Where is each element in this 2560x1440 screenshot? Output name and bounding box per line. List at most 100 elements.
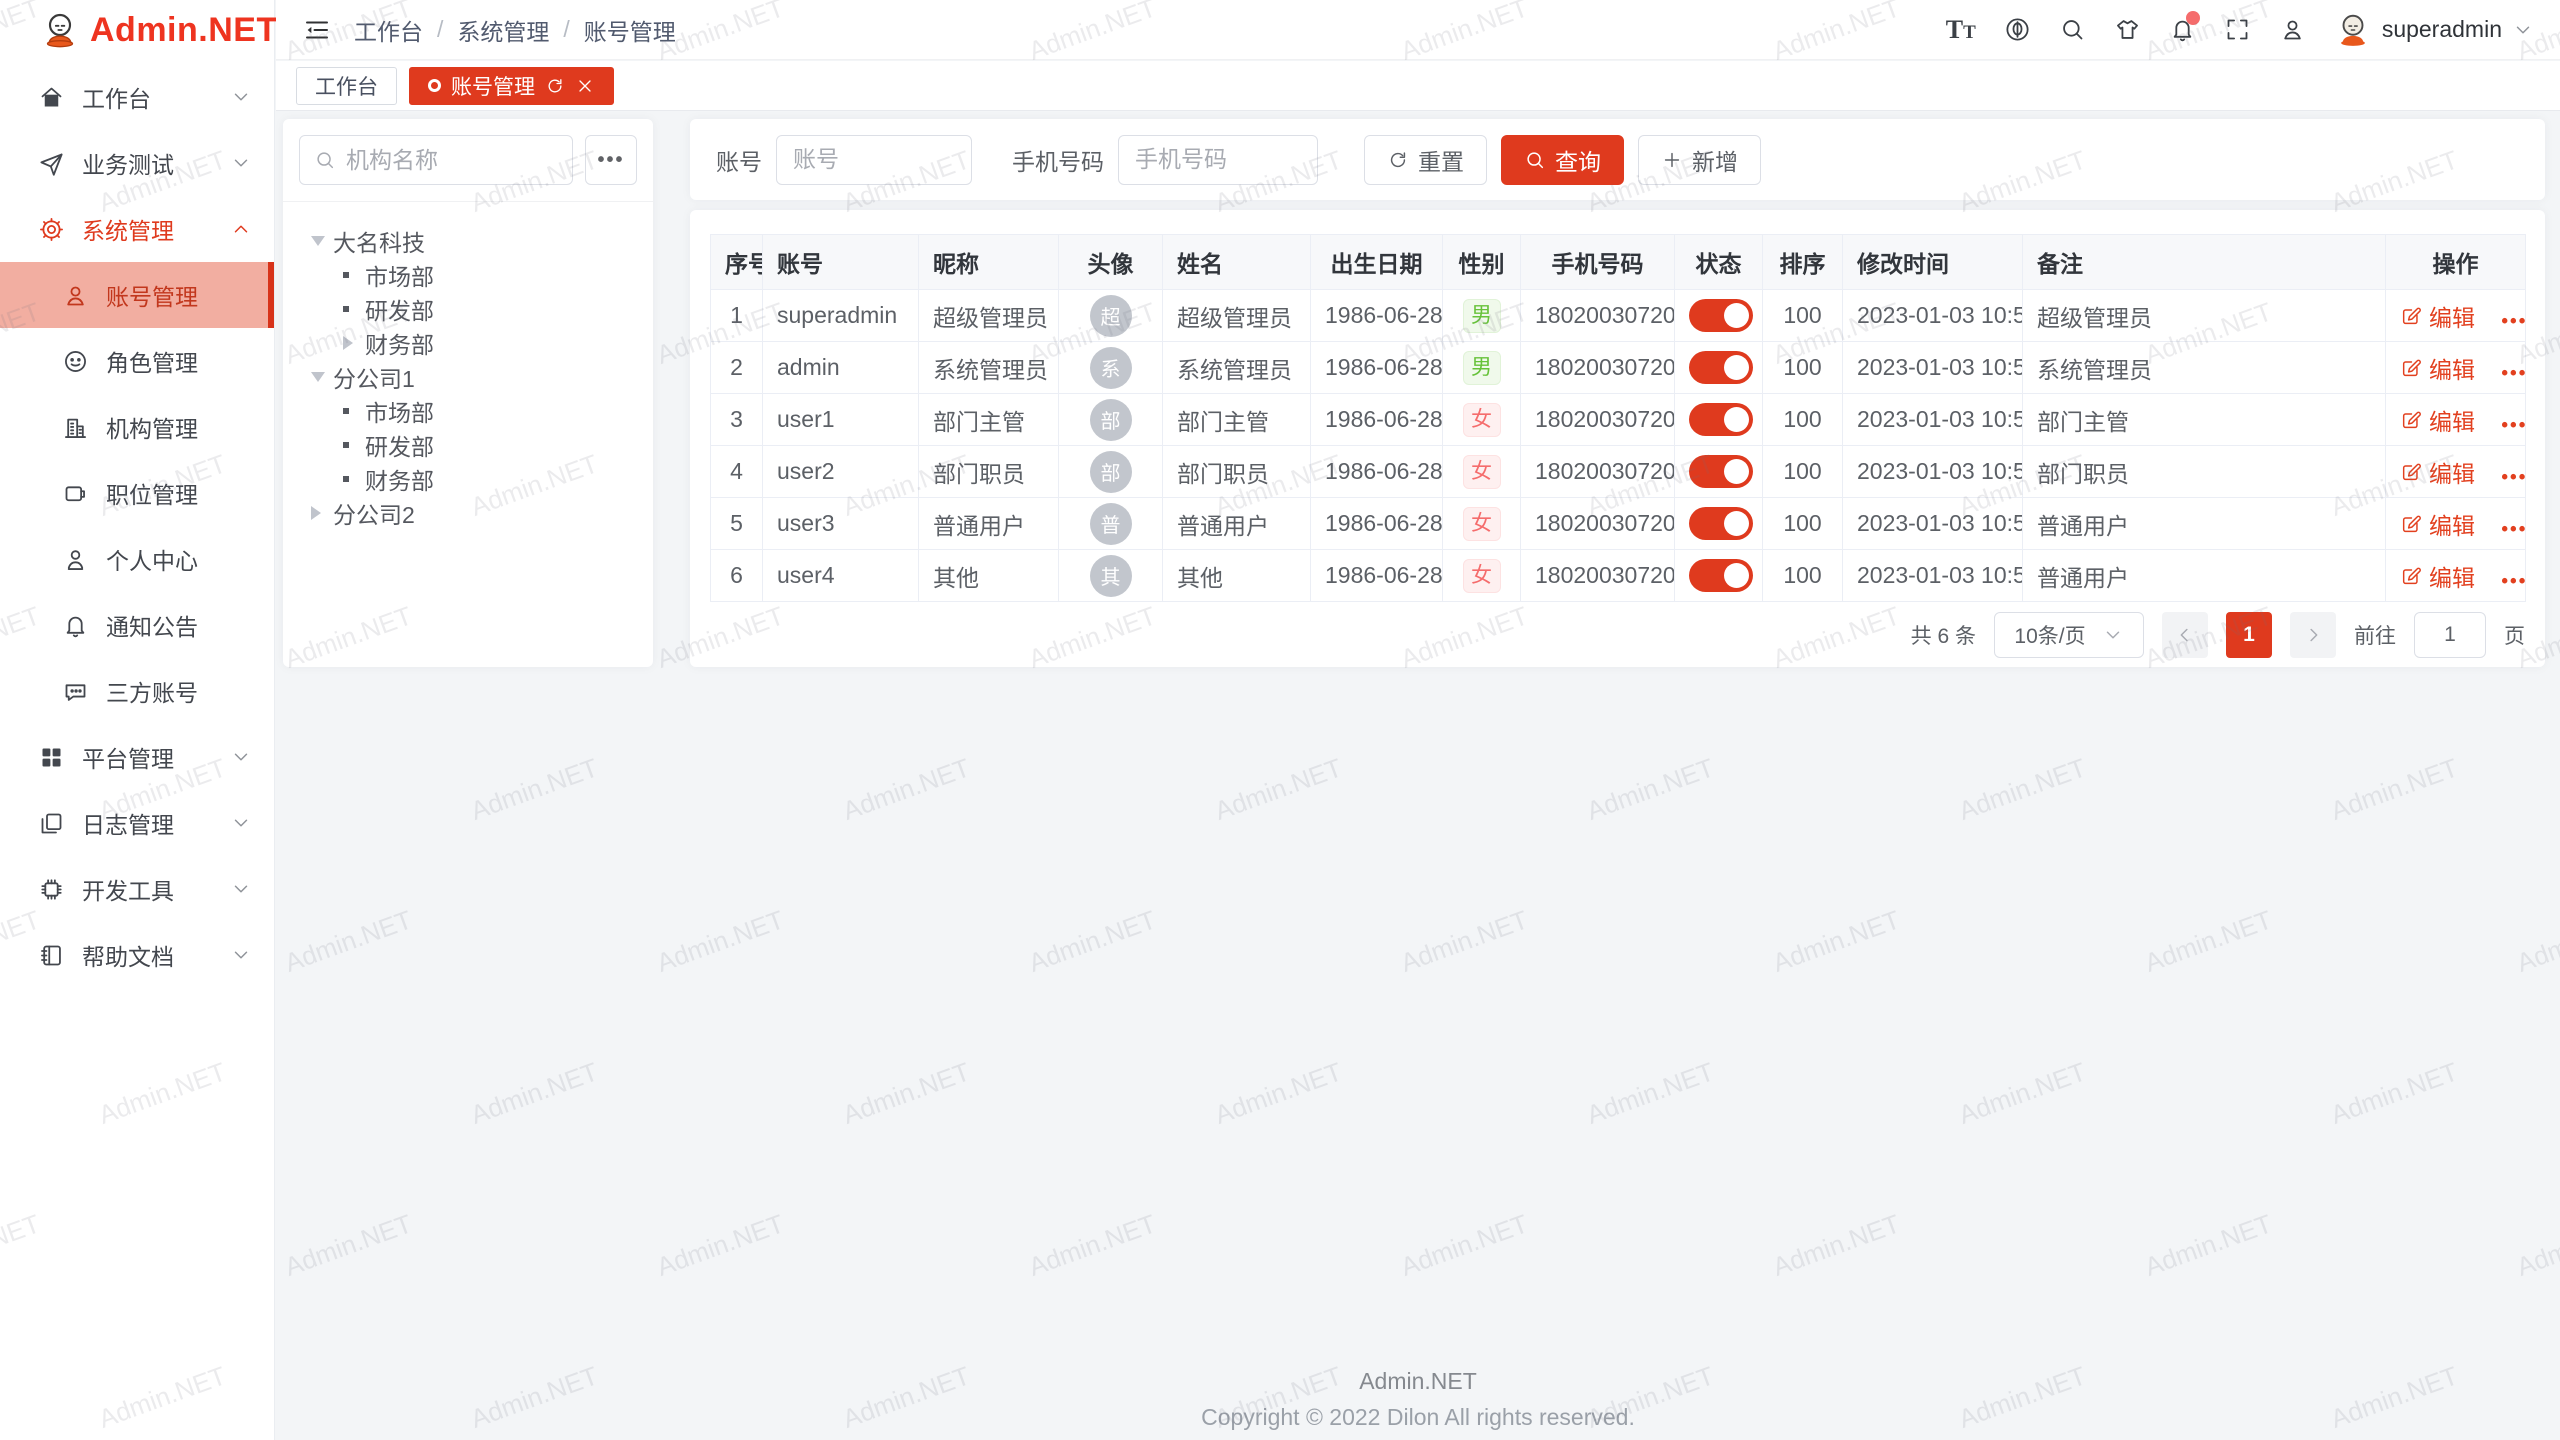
cell-phone: 18020030720 [1521, 394, 1675, 446]
phone-input[interactable] [1118, 135, 1318, 185]
profile-icon [62, 546, 89, 573]
gender-badge: 男 [1463, 299, 1501, 333]
chevron-down-icon [2102, 624, 2124, 646]
tree-caret-icon[interactable] [343, 272, 365, 278]
row-more-button[interactable]: ••• [2501, 311, 2525, 332]
table-row: 2 admin 系统管理员 系 系统管理员 1986-06-28 男 18020… [711, 342, 2526, 394]
status-toggle[interactable] [1689, 351, 1753, 384]
status-toggle[interactable] [1689, 403, 1753, 436]
table-row: 1 superadmin 超级管理员 超 超级管理员 1986-06-28 男 … [711, 290, 2526, 342]
tree-caret-icon[interactable] [343, 336, 365, 350]
sidebar-item-platform-management[interactable]: 平台管理 [0, 724, 274, 790]
tree-node[interactable]: 市场部 [299, 258, 637, 292]
sidebar-item-workbench[interactable]: 工作台 [0, 64, 274, 130]
tree-caret-icon[interactable] [343, 408, 365, 414]
theme-shirt-icon[interactable] [2114, 16, 2141, 43]
sidebar-item-dev-tools[interactable]: 开发工具 [0, 856, 274, 922]
tree-caret-icon[interactable] [311, 372, 333, 382]
notification-dot [2186, 11, 2200, 25]
breadcrumb-item[interactable]: 系统管理 [457, 13, 549, 47]
row-more-button[interactable]: ••• [2501, 571, 2525, 592]
reset-button[interactable]: 重置 [1364, 135, 1487, 185]
sidebar-item-business-test[interactable]: 业务测试 [0, 130, 274, 196]
sidebar-item-notice[interactable]: 通知公告 [0, 592, 274, 658]
next-page-button[interactable] [2290, 612, 2336, 658]
close-icon[interactable] [575, 76, 595, 96]
row-more-button[interactable]: ••• [2501, 415, 2525, 436]
tree-caret-icon[interactable] [311, 236, 333, 246]
tree-node-label: 市场部 [365, 258, 434, 292]
fullscreen-icon[interactable] [2224, 16, 2251, 43]
tree-node[interactable]: 研发部 [299, 292, 637, 326]
cell-modified-time: 2023-01-03 10:59:44 [1843, 446, 2023, 498]
edit-button[interactable]: 编辑 [2400, 351, 2475, 385]
tree-caret-icon[interactable] [343, 476, 365, 482]
sidebar-item-system-management[interactable]: 系统管理 [0, 196, 274, 262]
cell-account: user4 [763, 550, 919, 602]
org-search-input[interactable] [346, 147, 558, 174]
tree-node-label: 研发部 [365, 292, 434, 326]
current-page[interactable]: 1 [2226, 612, 2272, 658]
tree-node[interactable]: 市场部 [299, 394, 637, 428]
edit-button[interactable]: 编辑 [2400, 455, 2475, 489]
sidebar-item-log-management[interactable]: 日志管理 [0, 790, 274, 856]
org-tree-panel: ••• 大名科技 市场部 研发部 [283, 119, 653, 667]
cell-modified-time: 2023-01-03 10:59:44 [1843, 342, 2023, 394]
tab-workbench[interactable]: 工作台 [296, 67, 397, 105]
edit-button[interactable]: 编辑 [2400, 403, 2475, 437]
tree-caret-icon[interactable] [343, 442, 365, 448]
sidebar-item-account-management[interactable]: 账号管理 [0, 262, 274, 328]
table-row: 6 user4 其他 其 其他 1986-06-28 女 18020030720… [711, 550, 2526, 602]
add-button[interactable]: 新增 [1638, 135, 1761, 185]
account-input[interactable] [776, 135, 972, 185]
user-menu[interactable]: superadmin [2334, 11, 2534, 49]
edit-button[interactable]: 编辑 [2400, 507, 2475, 541]
sidebar-item-position-management[interactable]: 职位管理 [0, 460, 274, 526]
chevron-down-icon [230, 878, 252, 900]
edit-button[interactable]: 编辑 [2400, 299, 2475, 333]
person-icon[interactable] [2279, 16, 2306, 43]
tree-node[interactable]: 分公司2 [299, 496, 637, 530]
home-icon [38, 84, 65, 111]
cell-seq: 3 [711, 394, 763, 446]
row-more-button[interactable]: ••• [2501, 519, 2525, 540]
status-toggle[interactable] [1689, 299, 1753, 332]
status-toggle[interactable] [1689, 507, 1753, 540]
sidebar-item-help-docs[interactable]: 帮助文档 [0, 922, 274, 988]
sidebar-collapse-icon[interactable] [302, 15, 332, 45]
language-icon[interactable] [2004, 16, 2031, 43]
tab-account-management[interactable]: 账号管理 [409, 67, 614, 105]
goto-page-input[interactable] [2414, 612, 2486, 658]
footer-app-name: Admin.NET [276, 1363, 2560, 1399]
cell-seq: 5 [711, 498, 763, 550]
status-toggle[interactable] [1689, 455, 1753, 488]
edit-button[interactable]: 编辑 [2400, 559, 2475, 593]
tree-node[interactable]: 大名科技 [299, 224, 637, 258]
tree-more-button[interactable]: ••• [585, 135, 637, 185]
account-label: 账号 [716, 143, 762, 177]
sidebar-item-org-management[interactable]: 机构管理 [0, 394, 274, 460]
row-more-button[interactable]: ••• [2501, 467, 2525, 488]
tree-node[interactable]: 财务部 [299, 326, 637, 360]
status-toggle[interactable] [1689, 559, 1753, 592]
tree-node[interactable]: 研发部 [299, 428, 637, 462]
query-button[interactable]: 查询 [1501, 135, 1624, 185]
cell-seq: 2 [711, 342, 763, 394]
sidebar-item-profile-center[interactable]: 个人中心 [0, 526, 274, 592]
tree-node[interactable]: 分公司1 [299, 360, 637, 394]
notification-bell-icon[interactable] [2169, 16, 2196, 43]
prev-page-button[interactable] [2162, 612, 2208, 658]
tree-caret-icon[interactable] [343, 306, 365, 312]
refresh-icon[interactable] [545, 76, 565, 96]
search-icon[interactable] [2059, 16, 2086, 43]
pagination: 共 6 条 10条/页 1 前往 页 [710, 602, 2525, 668]
cell-nickname: 部门职员 [919, 446, 1059, 498]
page-size-select[interactable]: 10条/页 [1994, 612, 2144, 658]
tree-node[interactable]: 财务部 [299, 462, 637, 496]
sidebar-item-third-party-account[interactable]: 三方账号 [0, 658, 274, 724]
row-more-button[interactable]: ••• [2501, 363, 2525, 384]
breadcrumb-item[interactable]: 工作台 [354, 13, 423, 47]
font-size-icon[interactable]: TT [1946, 17, 1976, 43]
tree-caret-icon[interactable] [311, 506, 333, 520]
sidebar-item-role-management[interactable]: 角色管理 [0, 328, 274, 394]
